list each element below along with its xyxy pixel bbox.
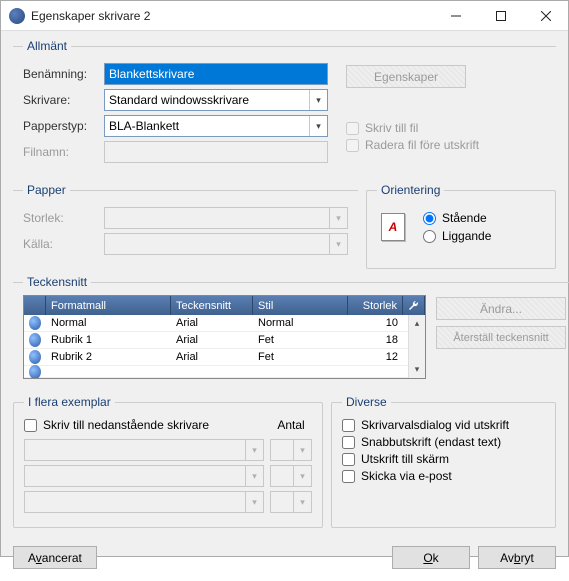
minimize-button[interactable] xyxy=(433,1,478,30)
maximize-button[interactable] xyxy=(478,1,523,30)
label-skrivare: Skrivare: xyxy=(23,93,98,107)
select-exemplar-antal: ▾ xyxy=(270,491,312,513)
checkbox-skarm[interactable]: Utskrift till skärm xyxy=(342,452,545,466)
label-filnamn: Filnamn: xyxy=(23,145,98,159)
globe-icon xyxy=(29,350,41,364)
select-exemplar-antal: ▾ xyxy=(270,439,312,461)
chevron-down-icon: ▾ xyxy=(293,440,311,460)
table-row[interactable]: NormalArialNormal10 xyxy=(24,315,408,332)
group-exemplar: I flera exemplar Skriv till nedanstående… xyxy=(13,395,323,528)
globe-icon xyxy=(29,333,41,347)
legend-papper: Papper xyxy=(23,183,70,197)
app-icon xyxy=(9,8,25,24)
chevron-down-icon: ▾ xyxy=(329,208,347,228)
window-title: Egenskaper skrivare 2 xyxy=(31,9,433,23)
checkbox-epost[interactable]: Skicka via e-post xyxy=(342,469,545,483)
chevron-down-icon: ▾ xyxy=(329,234,347,254)
checkbox-dialog[interactable]: Skrivarvalsdialog vid utskrift xyxy=(342,418,545,432)
chevron-down-icon: ▾ xyxy=(245,466,263,486)
label-antal: Antal xyxy=(270,418,312,432)
select-exemplar-skrivare: ▾ xyxy=(24,491,264,513)
titlebar: Egenskaper skrivare 2 xyxy=(1,1,568,31)
group-papper: Papper Storlek: ▾ Källa: ▾ xyxy=(13,183,358,269)
checkbox-radera-fil[interactable]: Radera fil före utskrift xyxy=(346,138,546,152)
andra-button: Ändra... xyxy=(436,297,566,320)
ok-button[interactable]: Ok xyxy=(392,546,470,569)
minimize-icon xyxy=(451,11,461,21)
label-papperstyp: Papperstyp: xyxy=(23,119,98,133)
chevron-down-icon: ▾ xyxy=(309,116,327,136)
select-storlek: ▾ xyxy=(104,207,348,229)
select-exemplar-skrivare: ▾ xyxy=(24,465,264,487)
window: Egenskaper skrivare 2 Allmänt Benämning: xyxy=(0,0,569,557)
group-diverse: Diverse Skrivarvalsdialog vid utskrift S… xyxy=(331,395,556,528)
maximize-icon xyxy=(496,11,506,21)
aterstall-button: Återställ teckensnitt xyxy=(436,326,566,349)
font-grid[interactable]: Formatmall Teckensnitt Stil Storlek Norm… xyxy=(23,295,426,379)
checkbox-snabb[interactable]: Snabbutskrift (endast text) xyxy=(342,435,545,449)
group-teckensnitt: Teckensnitt Formatmall Teckensnitt Stil … xyxy=(13,275,569,389)
checkbox-skriv-till-fil[interactable]: Skriv till fil xyxy=(346,121,546,135)
input-filnamn xyxy=(104,141,328,163)
radio-staende[interactable]: Stående xyxy=(423,211,491,225)
footer: Avancerat Ok Avbryt xyxy=(13,540,556,569)
select-skrivare[interactable]: Standard windowsskrivare ▾ xyxy=(104,89,328,111)
legend-diverse: Diverse xyxy=(342,395,391,409)
select-exemplar-skrivare: ▾ xyxy=(24,439,264,461)
select-kalla: ▾ xyxy=(104,233,348,255)
globe-icon xyxy=(29,365,41,379)
radio-liggande[interactable]: Liggande xyxy=(423,229,491,243)
select-papperstyp[interactable]: BLA-Blankett ▾ xyxy=(104,115,328,137)
chevron-down-icon: ▾ xyxy=(309,90,327,110)
group-orientering: Orientering A Stående Liggande xyxy=(366,183,556,269)
select-skrivare-value: Standard windowsskrivare xyxy=(109,93,249,107)
globe-icon xyxy=(29,316,41,330)
wrench-icon[interactable] xyxy=(403,296,425,315)
chevron-down-icon: ▾ xyxy=(245,440,263,460)
legend-teckensnitt: Teckensnitt xyxy=(23,275,91,289)
input-benamning[interactable] xyxy=(104,63,328,85)
label-kalla: Källa: xyxy=(23,237,98,251)
scroll-up-icon[interactable]: ▴ xyxy=(409,315,425,332)
table-row[interactable]: Rubrik 2ArialFet12 xyxy=(24,349,408,366)
label-benamning: Benämning: xyxy=(23,67,98,81)
select-papperstyp-value: BLA-Blankett xyxy=(109,119,179,133)
table-row[interactable]: Rubrik 1ArialFet18 xyxy=(24,332,408,349)
font-grid-header: Formatmall Teckensnitt Stil Storlek xyxy=(24,296,425,315)
close-button[interactable] xyxy=(523,1,568,30)
orientation-icon: A xyxy=(381,213,405,241)
chevron-down-icon: ▾ xyxy=(245,492,263,512)
chevron-down-icon: ▾ xyxy=(293,492,311,512)
scroll-down-icon[interactable]: ▾ xyxy=(409,361,425,378)
select-exemplar-antal: ▾ xyxy=(270,465,312,487)
legend-allmant: Allmänt xyxy=(23,39,71,53)
avancerat-button[interactable]: Avancerat xyxy=(13,546,97,569)
legend-exemplar: I flera exemplar xyxy=(24,395,115,409)
scrollbar[interactable]: ▴ ▾ xyxy=(408,315,425,378)
checkbox-skriv-nedan[interactable]: Skriv till nedanstående skrivare xyxy=(24,418,209,432)
egenskaper-button: Egenskaper xyxy=(346,65,466,88)
close-icon xyxy=(541,11,551,21)
avbryt-button[interactable]: Avbryt xyxy=(478,546,556,569)
legend-orientering: Orientering xyxy=(377,183,444,197)
group-allmant: Allmänt Benämning: Skrivare: Standard wi… xyxy=(13,39,556,177)
label-storlek: Storlek: xyxy=(23,211,98,225)
chevron-down-icon: ▾ xyxy=(293,466,311,486)
